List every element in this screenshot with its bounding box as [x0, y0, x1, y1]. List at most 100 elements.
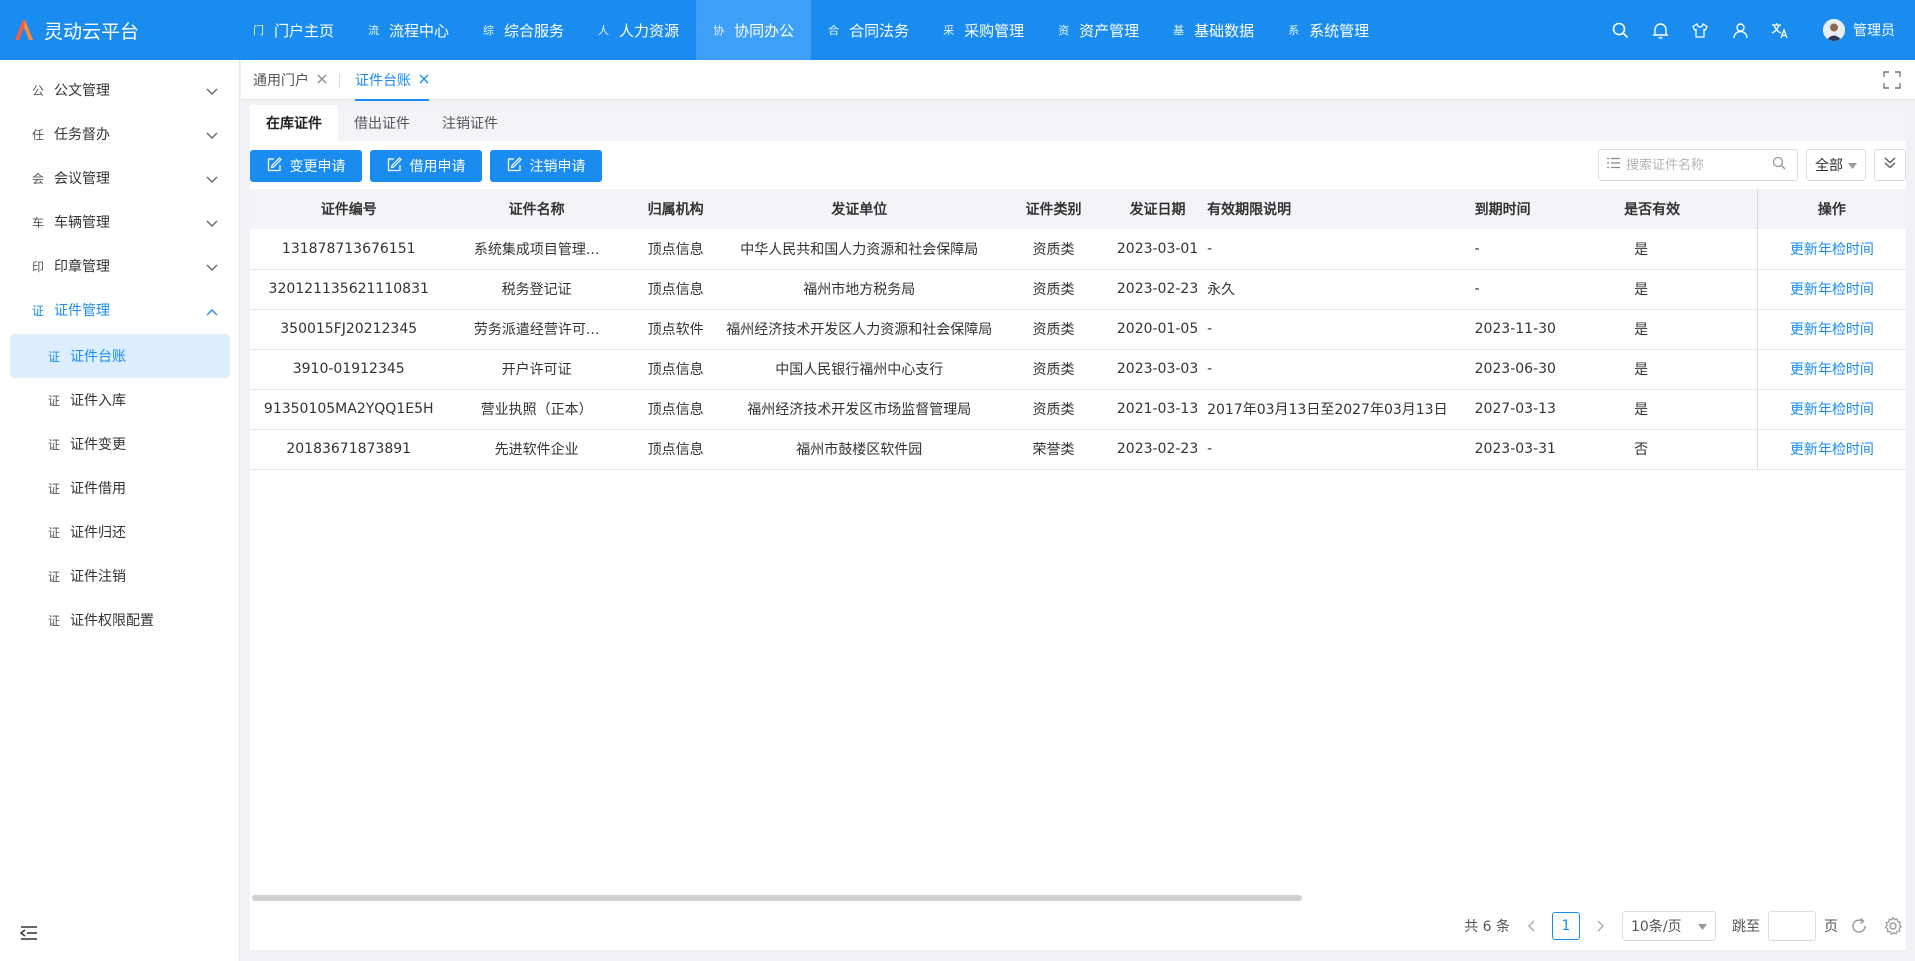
next-page-icon[interactable] [1588, 913, 1614, 939]
status-tabs: 在库证件 借出证件 注销证件 [250, 105, 1906, 141]
filter-select[interactable]: 全部 [1806, 149, 1866, 181]
update-inspection-link[interactable]: 更新年检时间 [1790, 442, 1874, 458]
nav-item-procurement[interactable]: 采采购管理 [926, 0, 1041, 60]
cell-org: 顶点软件 [625, 309, 726, 350]
tab-label: 证件台账 [355, 73, 411, 89]
close-icon[interactable] [419, 72, 429, 88]
tab-in-stock[interactable]: 在库证件 [250, 105, 338, 141]
cell-expiry: 2023-03-31 [1468, 429, 1599, 470]
skin-icon[interactable] [1691, 21, 1709, 39]
tab-cancelled[interactable]: 注销证件 [426, 105, 514, 141]
close-icon[interactable] [317, 72, 327, 88]
cell-valid: 是 [1598, 269, 1758, 310]
sidebar-group-meetings[interactable]: 会会议管理 [10, 156, 230, 200]
cell-validity-desc: - [1201, 309, 1469, 350]
sidebar-item-certificate-cancel[interactable]: 证证件注销 [10, 554, 230, 598]
app-logo[interactable]: 灵动云平台 [12, 0, 139, 60]
cell-issue-date: 2023-02-23 [1114, 269, 1202, 310]
jump-page-input[interactable] [1768, 911, 1816, 941]
user-menu[interactable]: 管理员 [1823, 19, 1895, 41]
cell-cert-name: 先进软件企业 [447, 429, 626, 470]
update-inspection-link[interactable]: 更新年检时间 [1790, 282, 1874, 298]
update-inspection-link[interactable]: 更新年检时间 [1790, 322, 1874, 338]
search-icon[interactable] [1611, 21, 1629, 39]
sidebar-group-label: 车辆管理 [54, 215, 110, 231]
documents-icon: 公 [32, 83, 45, 98]
button-label: 注销申请 [529, 159, 586, 175]
cancel-request-button[interactable]: 注销申请 [490, 150, 602, 182]
nav-item-workflow[interactable]: 流流程中心 [351, 0, 466, 60]
settings-icon[interactable] [1880, 913, 1906, 939]
certificate-icon: 证 [48, 481, 61, 496]
cell-issue-date: 2020-01-05 [1114, 309, 1202, 350]
sidebar-item-certificate-permissions[interactable]: 证证件权限配置 [10, 598, 230, 642]
search-input[interactable] [1626, 157, 1766, 173]
expand-filter-button[interactable] [1874, 149, 1906, 181]
collapse-sidebar-icon[interactable] [19, 925, 38, 941]
user-icon[interactable] [1731, 21, 1749, 39]
sidebar-item-certificate-borrow[interactable]: 证证件借用 [10, 466, 230, 510]
sidebar-item-certificate-storage[interactable]: 证证件入库 [10, 378, 230, 422]
app-title: 灵动云平台 [44, 20, 140, 43]
nav-procurement-icon: 采 [943, 24, 955, 37]
nav-item-collaboration[interactable]: 协协同办公 [696, 0, 812, 60]
cell-valid: 是 [1598, 309, 1758, 350]
top-toolbar: 管理员 [1611, 0, 1895, 60]
nav-item-basedata[interactable]: 基基础数据 [1156, 0, 1271, 60]
cell-category: 资质类 [993, 269, 1115, 310]
tab-borrowed[interactable]: 借出证件 [338, 105, 426, 141]
logo-icon [12, 18, 36, 42]
nav-basedata-icon: 基 [1173, 24, 1185, 37]
cell-category: 资质类 [993, 309, 1115, 350]
col-actions: 操作 [1756, 189, 1906, 229]
tab-portal[interactable]: 通用门户 [253, 60, 327, 100]
cell-issue-date: 2023-03-01 [1114, 229, 1202, 270]
certificate-table: 证件编号 证件名称 归属机构 发证单位 证件类别 发证日期 有效期限说明 到期时… [250, 189, 1906, 470]
nav-label: 系统管理 [1309, 21, 1370, 40]
sidebar-group-certificates[interactable]: 证证件管理 [10, 288, 230, 332]
cell-cert-name: 开户许可证 [447, 349, 626, 390]
borrow-request-button[interactable]: 借用申请 [370, 150, 482, 182]
page-size-select[interactable]: 10条/页 [1622, 911, 1716, 941]
nav-label: 协同办公 [734, 21, 795, 40]
nav-item-services[interactable]: 综综合服务 [466, 0, 581, 60]
refresh-icon[interactable] [1846, 913, 1872, 939]
chevron-down-icon [206, 216, 218, 232]
change-request-button[interactable]: 变更申请 [250, 150, 362, 182]
cell-issue-date: 2021-03-13 [1114, 389, 1202, 430]
top-navigation-bar: 灵动云平台 门门户主页 流流程中心 综综合服务 人人力资源 协协同办公 合合同法… [0, 0, 1915, 60]
sidebar-item-label: 证件入库 [70, 393, 126, 409]
sidebar-item-certificate-change[interactable]: 证证件变更 [10, 422, 230, 466]
nav-item-assets[interactable]: 资资产管理 [1041, 0, 1156, 60]
current-page[interactable]: 1 [1552, 912, 1580, 940]
sidebar-item-certificate-return[interactable]: 证证件归还 [10, 510, 230, 554]
nav-label: 门户主页 [274, 21, 335, 40]
sidebar-group-seals[interactable]: 印印章管理 [10, 244, 230, 288]
sidebar-group-label: 任务督办 [54, 127, 110, 143]
cell-issuer: 福州市地方税务局 [725, 269, 994, 310]
nav-item-contract[interactable]: 合合同法务 [811, 0, 926, 60]
nav-item-hr[interactable]: 人人力资源 [581, 0, 696, 60]
fullscreen-icon[interactable] [1883, 71, 1901, 89]
update-inspection-link[interactable]: 更新年检时间 [1790, 242, 1874, 258]
sidebar-group-label: 证件管理 [54, 303, 110, 319]
update-inspection-link[interactable]: 更新年检时间 [1790, 402, 1874, 418]
update-inspection-link[interactable]: 更新年检时间 [1790, 362, 1874, 378]
sidebar-group-vehicles[interactable]: 车车辆管理 [10, 200, 230, 244]
search-icon[interactable] [1772, 156, 1786, 174]
bell-icon[interactable] [1651, 21, 1669, 39]
cell-org: 顶点信息 [625, 429, 726, 470]
nav-item-system[interactable]: 系系统管理 [1271, 0, 1386, 60]
horizontal-scrollbar[interactable] [252, 895, 1302, 901]
sidebar-item-certificate-ledger[interactable]: 证证件台账 [10, 334, 230, 378]
nav-item-portal[interactable]: 门门户主页 [236, 0, 351, 60]
prev-page-icon[interactable] [1518, 913, 1544, 939]
sidebar-item-label: 证件台账 [70, 349, 126, 365]
sidebar-group-documents[interactable]: 公公文管理 [10, 68, 230, 112]
translate-icon[interactable] [1771, 21, 1789, 39]
cell-validity-desc: 永久 [1201, 269, 1469, 310]
tab-certificate-ledger[interactable]: 证件台账 [355, 60, 429, 101]
sidebar-group-tasks[interactable]: 任任务督办 [10, 112, 230, 156]
cell-category: 资质类 [993, 349, 1115, 390]
chevron-down-icon [206, 260, 218, 276]
